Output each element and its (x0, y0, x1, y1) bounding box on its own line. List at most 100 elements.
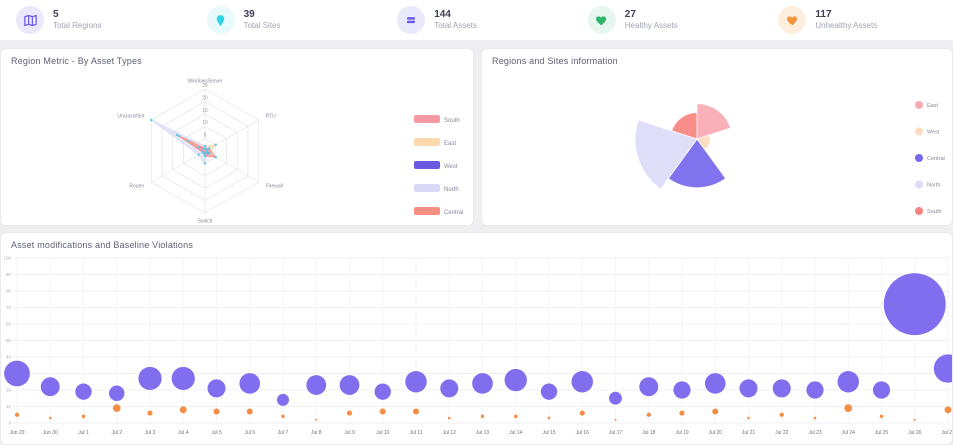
radar-panel: Region Metric - By Asset Types 5 10 15 20 25… (0, 48, 474, 226)
kpi-label: Total Sites (243, 21, 281, 31)
bubble-point (138, 366, 162, 391)
svg-text:Jul 6: Jul 6 (244, 430, 255, 436)
svg-text:Jul 12: Jul 12 (443, 430, 457, 436)
bubble-point (704, 373, 726, 394)
kpi-card[interactable]: 144 Total Assets (381, 6, 572, 34)
bubble-point (883, 273, 946, 336)
bubble-point (405, 371, 427, 393)
svg-text:15: 15 (202, 108, 208, 114)
radar-legend-item-west[interactable]: West (414, 161, 458, 170)
bubble-point (944, 406, 952, 414)
bubble-point (609, 391, 622, 405)
kpi-value: 27 (624, 8, 636, 20)
polar-legend-item-central[interactable]: Central (915, 154, 945, 162)
svg-text:East: East (444, 141, 456, 147)
svg-text:Jul 3: Jul 3 (145, 430, 156, 436)
bubble-point (207, 379, 226, 398)
polar-legend-item-west[interactable]: West (915, 127, 940, 136)
bubble-point (712, 408, 719, 415)
kpi-value: 39 (243, 8, 255, 20)
bubble-point (379, 408, 386, 415)
kpi-card[interactable]: 27 Healthy Assets (572, 6, 763, 34)
bubble-point (779, 412, 784, 417)
svg-text:Jun 29: Jun 29 (9, 430, 24, 436)
radar-legend-item-south[interactable]: South (414, 115, 460, 124)
bubble-point (679, 410, 685, 416)
svg-text:Jul 11: Jul 11 (410, 430, 423, 436)
bubble-point (4, 360, 30, 387)
svg-text:Jul 10: Jul 10 (376, 430, 390, 436)
bubble-panel-title: Asset modifications and Baseline Violati… (11, 240, 194, 250)
bubble-point (806, 381, 824, 399)
radar-legend-item-north[interactable]: North (414, 184, 459, 193)
svg-text:Jul 26: Jul 26 (908, 430, 922, 436)
svg-text:Jul 13: Jul 13 (476, 430, 490, 436)
kpi-label: Unhealthy Assets (815, 21, 878, 31)
bubble-point (81, 414, 86, 419)
radar-chart: 510152025WindowsServerRTUFirewallSwitchR… (117, 79, 463, 225)
bubble-point (913, 418, 916, 421)
kpi-value: 5 (53, 8, 59, 20)
kpi-label: Total Assets (434, 21, 477, 31)
kpi-card[interactable]: 5 Total Regions (0, 6, 191, 34)
bubble-point (447, 416, 451, 420)
bubble-point (306, 375, 327, 395)
bubble-point (339, 375, 360, 395)
kpi-card[interactable]: 39 Total Sites (191, 6, 382, 34)
svg-text:Jul 27: Jul 27 (941, 430, 952, 436)
bubble-point (109, 385, 125, 402)
svg-text:West: West (444, 164, 458, 170)
svg-text:Jul 22: Jul 22 (775, 430, 789, 436)
bubble-point (579, 410, 585, 416)
svg-text:Unclassified: Unclassified (117, 114, 144, 120)
bubble-point (772, 379, 791, 398)
bubble-point (374, 383, 391, 400)
svg-text:Jul 23: Jul 23 (808, 430, 822, 436)
bubble-point (281, 414, 285, 419)
bubble-point (639, 377, 659, 397)
svg-text:Jul 4: Jul 4 (178, 430, 189, 436)
bubble-point (112, 404, 121, 413)
polar-legend-item-east[interactable]: East (915, 101, 938, 109)
bubble-point (837, 371, 859, 393)
kpi-card[interactable]: 117 Unhealthy Assets (762, 6, 953, 34)
svg-text:Jul 16: Jul 16 (576, 430, 590, 436)
polar-legend-item-north[interactable]: North (915, 180, 940, 189)
bubble-point (673, 381, 691, 399)
bubble-point (239, 373, 261, 394)
polar-slice-east (696, 103, 732, 140)
radar-legend-item-east[interactable]: East (414, 138, 456, 147)
svg-text:60: 60 (6, 322, 12, 327)
radar-legend-item-central[interactable]: Central (414, 207, 463, 216)
svg-text:Jul 8: Jul 8 (311, 430, 322, 436)
kpi-label: Healthy Assets (624, 21, 678, 31)
svg-text:Jul 18: Jul 18 (642, 430, 656, 436)
bubble-point (547, 416, 551, 420)
svg-text:Jul 1: Jul 1 (78, 430, 89, 436)
svg-text:South: South (444, 118, 460, 124)
kpi-value: 144 (434, 8, 451, 20)
bubble-point (246, 408, 253, 415)
svg-text:East: East (927, 103, 938, 109)
svg-text:Switch: Switch (198, 219, 213, 225)
svg-text:Jul 20: Jul 20 (709, 430, 723, 436)
svg-text:Jul 14: Jul 14 (509, 430, 523, 436)
kpi-bar: 5 Total Regions 39 Total Sites 144 Total… (0, 0, 953, 40)
polar-legend-item-south[interactable]: South (915, 207, 941, 215)
location-pin-icon (206, 6, 235, 34)
svg-text:Jul 17: Jul 17 (609, 430, 623, 436)
svg-text:RTU: RTU (266, 114, 277, 120)
svg-text:South: South (927, 209, 941, 215)
svg-text:100: 100 (3, 256, 11, 261)
svg-text:Jul 7: Jul 7 (278, 430, 289, 436)
bubble-point (504, 368, 527, 392)
bubble-point (739, 379, 758, 398)
svg-text:70: 70 (6, 305, 12, 310)
kpi-value: 117 (815, 8, 832, 20)
bubble-point (480, 414, 485, 419)
bubble-point (48, 416, 52, 420)
bubble-point (14, 412, 20, 417)
bubble-panel: Asset modifications and Baseline Violati… (0, 232, 953, 445)
map-icon (16, 6, 44, 34)
bubble-point (747, 416, 750, 420)
